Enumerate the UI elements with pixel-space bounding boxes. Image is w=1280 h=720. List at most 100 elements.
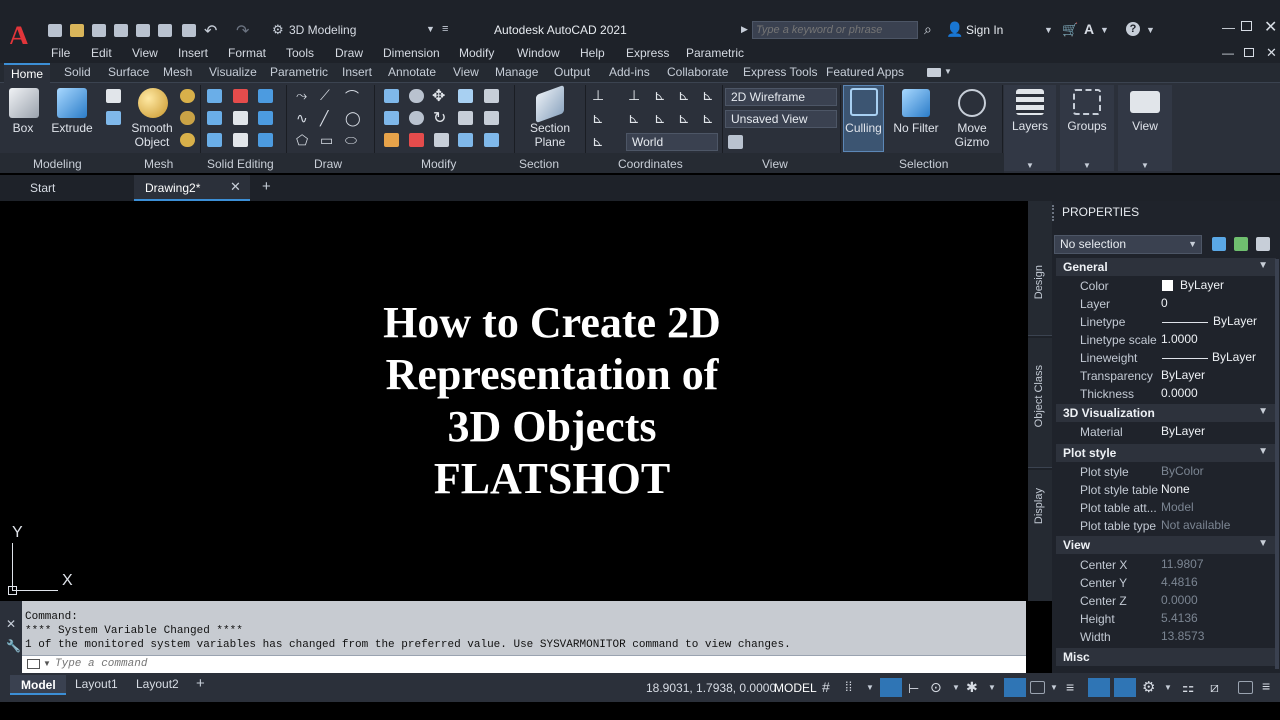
ucs-view-icon[interactable]: ⊾ xyxy=(628,110,640,127)
restore-window-icon[interactable] xyxy=(1241,21,1252,31)
move-gizmo-label-2[interactable]: Gizmo xyxy=(950,135,994,149)
tab-express-tools[interactable]: Express Tools xyxy=(743,65,817,79)
customize-icon[interactable]: 🔧 xyxy=(6,639,21,653)
subtract-icon[interactable] xyxy=(233,89,248,103)
smooth-object-label-1[interactable]: Smooth xyxy=(128,121,176,135)
tab-annotate[interactable]: Annotate xyxy=(388,65,436,79)
ucs-icon[interactable]: ⊥ xyxy=(592,87,604,104)
saved-view-dropdown[interactable]: Unsaved View xyxy=(725,110,837,128)
clean-screen-icon[interactable] xyxy=(1238,681,1253,694)
mesh-smooth-more-icon[interactable] xyxy=(180,89,195,103)
workspace-chevron-down-icon[interactable]: ▼ xyxy=(426,24,435,34)
tab-view[interactable]: View xyxy=(453,65,479,79)
ucs-x-icon[interactable]: ⊾ xyxy=(654,110,666,127)
polyline-icon[interactable]: ⤳ xyxy=(296,87,307,104)
isodraft-icon[interactable]: ⊙ xyxy=(930,679,942,696)
panel-modeling[interactable]: Modeling xyxy=(33,157,82,171)
ellipse-icon[interactable]: ⬭ xyxy=(345,132,357,149)
autodesk-a360-icon[interactable]: A xyxy=(1084,21,1094,37)
minimize-window-icon[interactable]: — xyxy=(1222,20,1235,35)
extract-edges-icon[interactable] xyxy=(258,89,273,103)
3d-align-icon[interactable] xyxy=(409,111,424,125)
sign-in-chevron-down-icon[interactable]: ▼ xyxy=(1044,25,1053,35)
groups-label[interactable]: Groups xyxy=(1060,119,1114,133)
smooth-object-label-2[interactable]: Object xyxy=(128,135,176,149)
new-tab-icon[interactable]: + xyxy=(262,178,271,195)
menu-dimension[interactable]: Dimension xyxy=(383,46,440,60)
ucs-world-dropdown[interactable]: World xyxy=(626,133,718,151)
view-label[interactable]: View xyxy=(1118,119,1172,133)
doc-close-icon[interactable]: ✕ xyxy=(1266,45,1277,61)
layers-icon[interactable] xyxy=(1016,89,1044,115)
annotation-visibility-icon[interactable] xyxy=(1088,678,1110,697)
prop-row-center-z[interactable]: Center Z 0.0000 xyxy=(1060,592,1272,610)
command-line-handle[interactable] xyxy=(0,601,22,673)
menu-view[interactable]: View xyxy=(132,46,158,60)
recent-commands-chevron-icon[interactable]: ▼ xyxy=(43,659,51,668)
prop-row-plot-style[interactable]: Plot style ByColor xyxy=(1060,463,1272,481)
section-plot-style[interactable]: Plot style ▼ xyxy=(1056,444,1276,462)
prop-row-center-y[interactable]: Center Y 4.4816 xyxy=(1060,574,1272,592)
new-file-icon[interactable] xyxy=(48,24,62,37)
prop-row-color[interactable]: Color ByLayer xyxy=(1060,277,1272,295)
viewport-config-icon[interactable] xyxy=(728,135,743,149)
section-plane-label-2[interactable]: Plane xyxy=(522,135,578,149)
selection-dropdown[interactable]: No selection ▼ xyxy=(1054,235,1202,254)
a360-chevron-down-icon[interactable]: ▼ xyxy=(1100,25,1109,35)
osnap-chevron-down-icon[interactable]: ▼ xyxy=(988,683,996,692)
rectangle-icon[interactable]: ▭ xyxy=(320,132,333,149)
model-space-toggle[interactable]: MODEL xyxy=(774,681,817,695)
redo-icon[interactable]: ↷ xyxy=(236,21,249,41)
save-as-icon[interactable] xyxy=(114,24,128,37)
search-icon[interactable]: ⌕ xyxy=(924,21,932,38)
prop-row-center-x[interactable]: Center X 11.9807 xyxy=(1060,556,1272,574)
menu-modify[interactable]: Modify xyxy=(459,46,494,60)
panel-section[interactable]: Section xyxy=(519,157,559,171)
prop-row-linetype[interactable]: Linetype ByLayer xyxy=(1060,313,1272,331)
palette-grip[interactable] xyxy=(1052,205,1057,221)
copy-icon[interactable] xyxy=(434,133,449,147)
arc-icon[interactable]: ⌒ xyxy=(345,87,359,107)
offset-edge-icon[interactable] xyxy=(458,133,473,147)
move-gizmo-label-1[interactable]: Move xyxy=(950,121,994,135)
tab-manage[interactable]: Manage xyxy=(495,65,538,79)
visual-style-dropdown[interactable]: 2D Wireframe xyxy=(725,88,837,106)
groups-icon[interactable] xyxy=(1073,89,1101,115)
layout-tab-model[interactable]: Model xyxy=(10,675,66,695)
ucs-origin-icon[interactable]: ⊥ xyxy=(628,87,640,104)
drawing-tab[interactable]: Drawing2* ✕ xyxy=(134,175,250,201)
command-input[interactable] xyxy=(55,656,1015,672)
ortho-toggle-icon[interactable] xyxy=(880,678,902,697)
move-icon[interactable]: ✥ xyxy=(432,86,445,106)
slice-icon[interactable] xyxy=(233,111,248,125)
prop-row-height[interactable]: Height 5.4136 xyxy=(1060,610,1272,628)
section-misc[interactable]: Misc xyxy=(1056,648,1276,666)
groups-chevron-down-icon[interactable]: ▼ xyxy=(1083,161,1091,170)
move-gizmo-icon[interactable] xyxy=(958,89,986,117)
revolve-icon[interactable] xyxy=(106,89,121,103)
workspace-chevron-icon[interactable]: ▼ xyxy=(1164,683,1172,692)
panel-view[interactable]: View xyxy=(762,157,788,171)
prop-row-plot-table-attached[interactable]: Plot table att... Model xyxy=(1060,499,1272,517)
box-button-label[interactable]: Box xyxy=(3,121,43,135)
command-prompt-icon[interactable] xyxy=(27,659,40,669)
polygon-icon[interactable]: ⬠ xyxy=(296,132,308,149)
ucs-icon-properties-icon[interactable]: ⊾ xyxy=(592,133,604,150)
extrude-faces-icon[interactable] xyxy=(258,111,273,125)
start-tab[interactable]: Start xyxy=(20,175,134,201)
prop-row-thickness[interactable]: Thickness 0.0000 xyxy=(1060,385,1272,403)
3d-rotate-icon[interactable] xyxy=(409,89,424,103)
ucs-z-icon[interactable]: ⊾ xyxy=(654,87,666,104)
menu-window[interactable]: Window xyxy=(517,46,560,60)
spline-icon[interactable]: ∿ xyxy=(296,110,308,127)
ribbon-display-chevron-icon[interactable]: ▼ xyxy=(944,67,952,76)
3d-mirror-icon[interactable] xyxy=(384,89,399,103)
snap-icon[interactable]: ⁞⁞ xyxy=(845,679,852,694)
undo-icon[interactable]: ↶ xyxy=(204,21,217,41)
mesh-refine-icon[interactable] xyxy=(180,111,195,125)
view-icon[interactable] xyxy=(1130,91,1160,113)
extrude-button-label[interactable]: Extrude xyxy=(48,121,96,135)
panel-modify[interactable]: Modify xyxy=(421,157,456,171)
tab-insert[interactable]: Insert xyxy=(342,65,372,79)
help-chevron-down-icon[interactable]: ▼ xyxy=(1146,25,1155,35)
